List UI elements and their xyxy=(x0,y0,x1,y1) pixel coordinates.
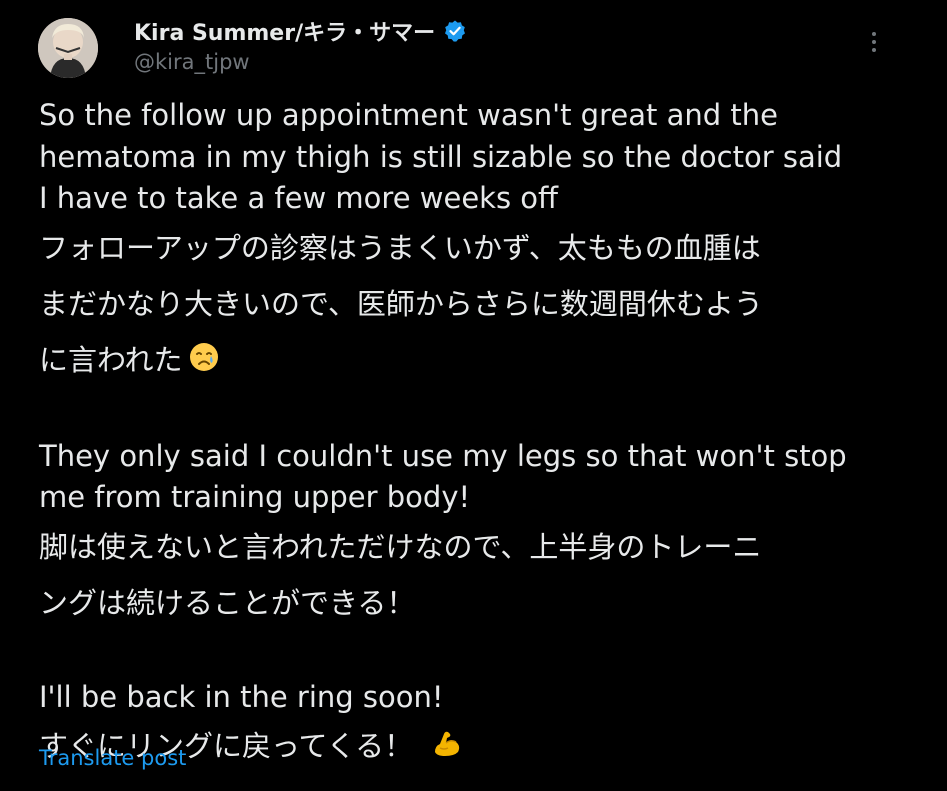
text-line: まだかなり大きいので、医師からさらに数週間休むよう xyxy=(39,286,763,321)
crying-face-emoji xyxy=(189,334,219,390)
post-card: Kira Summer/キラ・サマー @kira_tjpw So the fol… xyxy=(0,0,947,791)
flexed-biceps-emoji xyxy=(431,720,463,776)
more-options-icon[interactable] xyxy=(867,32,881,58)
user-info: Kira Summer/キラ・サマー @kira_tjpw xyxy=(134,14,467,74)
text-line: ングは続けることができる！ xyxy=(39,585,416,620)
text-line: I have to take a few more weeks off xyxy=(39,181,558,215)
translate-post-link[interactable]: Translate post xyxy=(39,746,186,770)
text-line: They only said I couldn't use my legs so… xyxy=(39,438,847,473)
text-line: フォローアップの診察はうまくいかず、太ももの血腫は xyxy=(39,230,761,265)
text-line-with-emoji: に言われた xyxy=(39,332,919,390)
paragraph-jp-2: 脚は使えないと言われただけなので、上半身のトレーニ ングは続けることができる！ xyxy=(39,519,919,631)
text-line: So the follow up appointment wasn't grea… xyxy=(39,98,778,132)
post-text: So the follow up appointment wasn't grea… xyxy=(39,95,919,776)
post-header: Kira Summer/キラ・サマー @kira_tjpw xyxy=(38,14,907,84)
text-line: I'll be back in the ring soon! xyxy=(39,679,444,714)
text-line: me from training upper body! xyxy=(39,480,471,514)
paragraph-en-3: I'll be back in the ring soon! xyxy=(39,677,919,719)
text-line: 脚は使えないと言われただけなので、上半身のトレーニ xyxy=(39,529,762,564)
text-line: hematoma in my thigh is still sizable so… xyxy=(39,139,843,174)
paragraph-jp-1: フォローアップの診察はうまくいかず、太ももの血腫は まだかなり大きいので、医師か… xyxy=(39,220,919,390)
user-handle[interactable]: @kira_tjpw xyxy=(134,50,467,74)
paragraph-en-2: They only said I couldn't use my legs so… xyxy=(39,436,919,519)
text-line: に言われた xyxy=(39,342,183,377)
verified-badge-icon[interactable] xyxy=(443,19,467,43)
paragraph-en-1: So the follow up appointment wasn't grea… xyxy=(39,95,919,220)
avatar[interactable] xyxy=(38,18,98,78)
display-name-row: Kira Summer/キラ・サマー xyxy=(134,14,467,48)
display-name[interactable]: Kira Summer/キラ・サマー xyxy=(134,15,435,47)
